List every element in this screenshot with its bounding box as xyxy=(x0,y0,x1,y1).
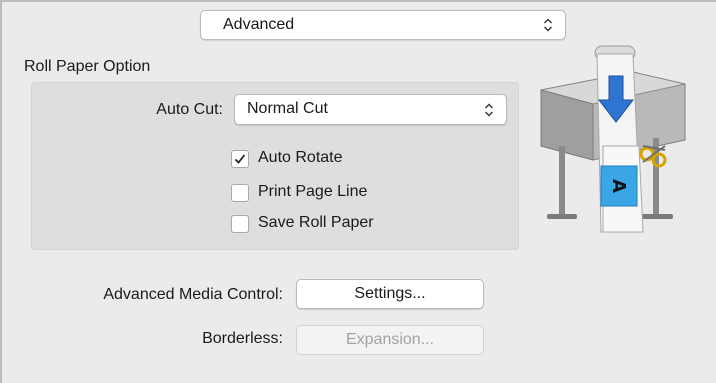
auto-cut-popup[interactable]: Normal Cut xyxy=(234,94,507,125)
settings-button-label: Settings... xyxy=(354,285,426,302)
save-roll-paper-checkbox[interactable] xyxy=(231,215,249,233)
page-letter: A xyxy=(608,179,629,193)
expansion-button: Expansion... xyxy=(296,325,484,355)
settings-mode-popup[interactable]: Advanced xyxy=(200,10,566,40)
auto-cut-value: Normal Cut xyxy=(247,100,328,117)
auto-rotate-label: Auto Rotate xyxy=(258,149,343,166)
auto-cut-label: Auto Cut: xyxy=(156,101,223,118)
roll-printer-illustration: A xyxy=(540,45,686,233)
window-frame-left xyxy=(0,0,2,383)
save-roll-paper-label: Save Roll Paper xyxy=(258,214,374,231)
expansion-button-label: Expansion... xyxy=(345,331,435,348)
settings-mode-value: Advanced xyxy=(223,16,295,33)
roll-paper-option-title: Roll Paper Option xyxy=(24,58,151,75)
settings-button[interactable]: Settings... xyxy=(296,279,484,309)
print-page-line-checkbox[interactable] xyxy=(231,184,249,202)
up-down-chevron-icon xyxy=(544,18,552,32)
checkmark-icon xyxy=(234,154,246,164)
auto-rotate-checkbox[interactable] xyxy=(231,150,249,168)
advanced-media-control-label: Advanced Media Control: xyxy=(103,286,283,303)
print-page-line-label: Print Page Line xyxy=(258,183,368,200)
window-frame-top xyxy=(0,0,716,2)
up-down-chevron-icon xyxy=(485,103,493,116)
borderless-label: Borderless: xyxy=(202,330,283,347)
